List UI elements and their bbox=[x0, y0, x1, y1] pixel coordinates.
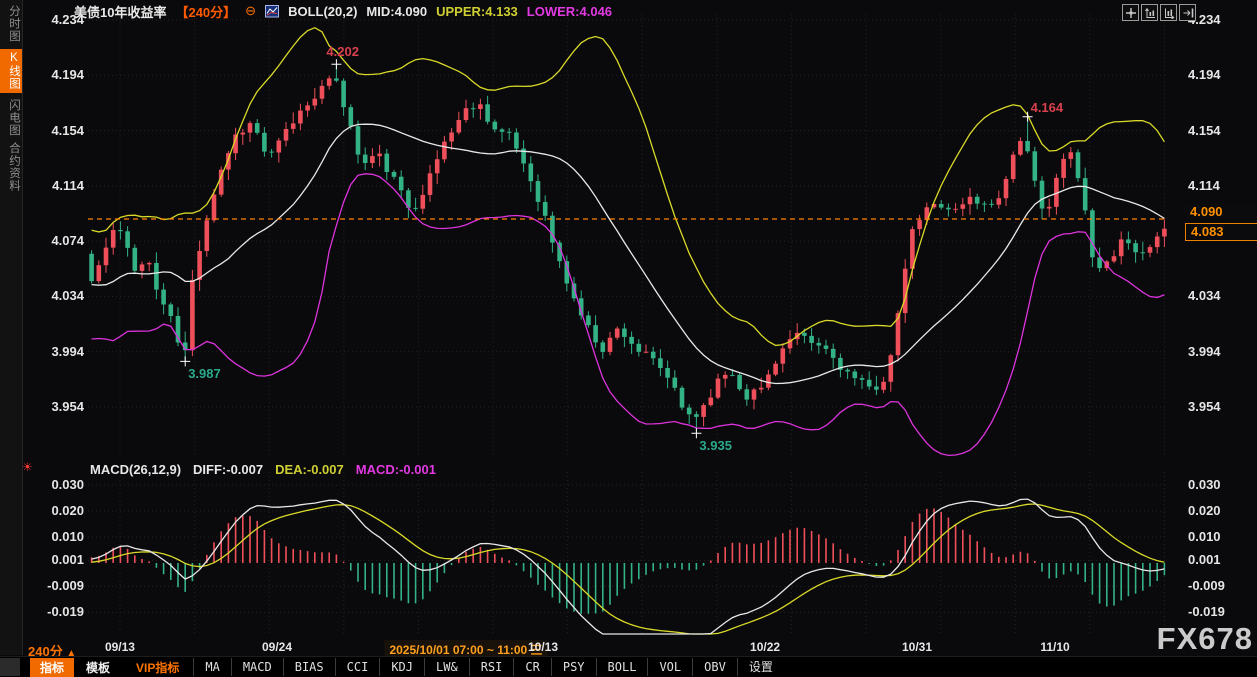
axis-scale-right-icon[interactable] bbox=[1160, 4, 1177, 21]
toolbar-item-indicator-kdj[interactable]: KDJ bbox=[379, 658, 424, 676]
crosshair-move-icon[interactable] bbox=[1122, 4, 1139, 21]
boll-mid-value: MID:4.090 bbox=[366, 4, 427, 19]
toolbar-item-indicator-bias[interactable]: BIAS bbox=[283, 658, 335, 676]
x-axis-date-label: 10/13 bbox=[528, 640, 558, 654]
boll-mid-line bbox=[92, 124, 1165, 383]
pan-to-end-icon[interactable] bbox=[1179, 4, 1196, 21]
sidebar-item-time-chart[interactable]: 分时图 bbox=[0, 5, 22, 43]
last-price-tag: 4.083 bbox=[1185, 223, 1257, 241]
x-axis-date-label: 10/31 bbox=[902, 640, 932, 654]
sidebar-item-kline-chart[interactable]: K线图 bbox=[0, 49, 22, 93]
toolbar-item-templates-tab[interactable]: 模板 bbox=[74, 658, 122, 677]
period-badge[interactable]: 【240分】 bbox=[175, 2, 236, 21]
boll-lower-value: LOWER:4.046 bbox=[527, 4, 612, 19]
toolbar-item-indicator-vol[interactable]: VOL bbox=[647, 658, 692, 676]
macd-histogram-layer bbox=[92, 508, 1165, 613]
chart-header: 美债10年收益率 【240分】 ⊖ BOLL(20,2) MID:4.090 U… bbox=[74, 2, 612, 20]
symbol-title: 美债10年收益率 bbox=[74, 2, 166, 21]
toolbar-item-indicator-cr[interactable]: CR bbox=[513, 658, 550, 676]
toolbar-item-indicator-cci[interactable]: CCI bbox=[335, 658, 380, 676]
boll-label: BOLL(20,2) bbox=[288, 4, 357, 19]
macd-dea-line bbox=[92, 504, 1165, 634]
toolbar-item-indicator-boll[interactable]: BOLL bbox=[596, 658, 648, 676]
toolbar-item-indicator-psy[interactable]: PSY bbox=[551, 658, 596, 676]
sidebar-item-flash-chart[interactable]: 闪电图 bbox=[0, 99, 22, 137]
macd-macd-value: MACD:-0.001 bbox=[356, 462, 436, 477]
macd-header: MACD(26,12,9) DIFF:-0.007 DEA:-0.007 MAC… bbox=[90, 461, 436, 477]
toolbar-handle[interactable] bbox=[0, 658, 20, 676]
mini-chart-icon bbox=[265, 5, 279, 18]
macd-diff-line bbox=[92, 499, 1165, 634]
toolbar-item-indicator-obv[interactable]: OBV bbox=[692, 658, 737, 676]
indicator-toolbar: 指标模板VIP指标MAMACDBIASCCIKDJLW&RSICRPSYBOLL… bbox=[0, 656, 1257, 677]
toolbar-item-indicator-lwr[interactable]: LW& bbox=[424, 658, 469, 676]
fx678-watermark: FX678 bbox=[1157, 621, 1253, 657]
x-axis-date-label: 11/10 bbox=[1040, 640, 1069, 654]
macd-diff-value: DIFF:-0.007 bbox=[193, 462, 263, 477]
toolbar-item-indicator-macd[interactable]: MACD bbox=[231, 658, 283, 676]
toolbar-item-indicators-tab[interactable]: 指标 bbox=[30, 658, 74, 677]
chart-canvas[interactable] bbox=[0, 0, 1257, 677]
boll-lower-line bbox=[92, 174, 1165, 456]
sidebar-item-contract-info[interactable]: 合约资料 bbox=[0, 142, 22, 192]
macd-dea-value: DEA:-0.007 bbox=[275, 462, 344, 477]
collapse-indicator-icon[interactable]: ⊖ bbox=[245, 3, 256, 19]
dashed-line-price-tag: 4.090 bbox=[1185, 204, 1256, 220]
trading-app-window: 分时图 K线图 闪电图 合约资料 美债10年收益率 【240分】 ⊖ BOLL(… bbox=[0, 0, 1257, 677]
toolbar-item-indicator-rsi[interactable]: RSI bbox=[469, 658, 514, 676]
sidebar: 分时图 K线图 闪电图 合约资料 bbox=[0, 0, 23, 655]
x-axis-date-label: 10/22 bbox=[750, 640, 780, 654]
toolbar-item-indicator-ma[interactable]: MA bbox=[193, 658, 230, 676]
toolbar-item-settings-button[interactable]: 设置 bbox=[737, 658, 784, 676]
axis-scale-left-icon[interactable] bbox=[1141, 4, 1158, 21]
boll-upper-value: UPPER:4.133 bbox=[436, 4, 518, 19]
macd-label: MACD(26,12,9) bbox=[90, 462, 181, 477]
toolbar-item-vip-indicators-tab[interactable]: VIP指标 bbox=[122, 658, 193, 677]
chart-tool-icons bbox=[1122, 4, 1196, 21]
x-axis-date-label: 09/13 bbox=[105, 640, 135, 654]
macd-settings-icon[interactable]: ☀ bbox=[22, 460, 33, 474]
x-axis-date-label: 09/24 bbox=[262, 640, 292, 654]
